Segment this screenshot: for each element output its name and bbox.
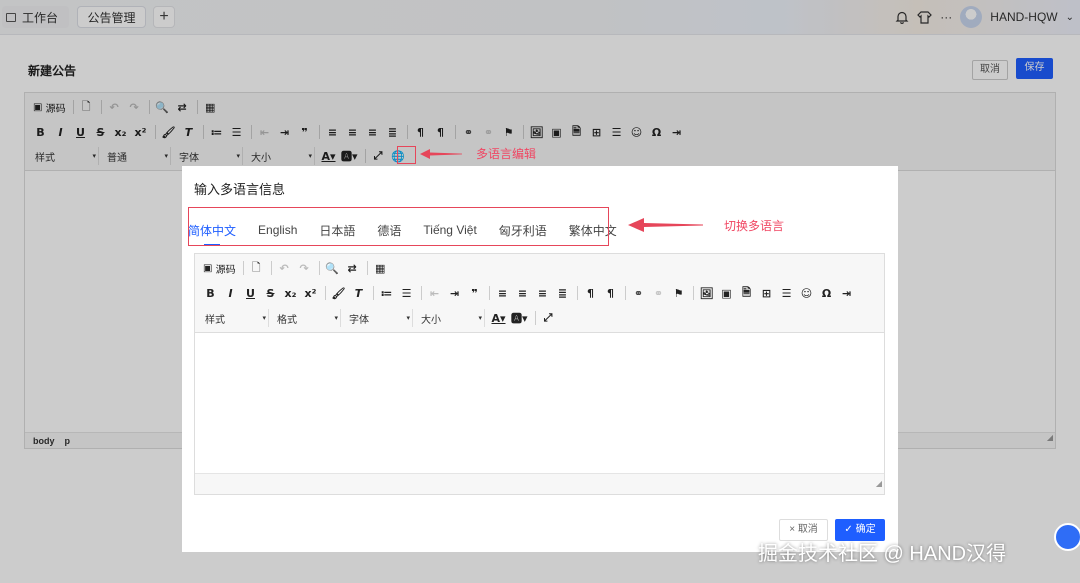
- redo-icon[interactable]: ↷: [297, 259, 312, 277]
- align-center-icon[interactable]: ≡: [515, 284, 530, 302]
- caret-icon: ▾: [262, 315, 266, 322]
- emoji-icon[interactable]: ☺: [799, 284, 814, 302]
- source-label: 源码: [215, 264, 236, 276]
- subscript-icon[interactable]: x₂: [283, 284, 298, 302]
- chat-fab-button[interactable]: [1054, 523, 1080, 551]
- video-icon[interactable]: ▣: [719, 284, 734, 302]
- text-color-icon[interactable]: A▾: [491, 309, 506, 327]
- bullet-list-icon[interactable]: ☰: [399, 284, 414, 302]
- multilang-dialog: 输入多语言信息 简体中文 English 日本語 德语 Tiếng Việt 匈…: [182, 166, 898, 552]
- caret-icon: ▾: [406, 315, 410, 322]
- font-select[interactable]: 字体 ▾: [347, 309, 413, 327]
- caret-icon: ▾: [334, 315, 338, 322]
- clear-format-icon[interactable]: T: [351, 284, 366, 302]
- select-all-icon[interactable]: ▦: [373, 259, 388, 277]
- superscript-icon[interactable]: x²: [303, 284, 318, 302]
- undo-icon[interactable]: ↶: [277, 259, 292, 277]
- maximize-icon[interactable]: ⤢: [541, 309, 556, 327]
- link-icon[interactable]: ⚭: [631, 284, 646, 302]
- align-left-icon[interactable]: ≡: [495, 284, 510, 302]
- dialog-title: 输入多语言信息: [194, 182, 286, 197]
- language-tabs-highlight-box: [188, 207, 609, 246]
- dialog-editor-statusbar: ◢: [195, 473, 884, 494]
- annotation-switch-language: 切换多语言: [724, 219, 785, 233]
- horizontal-rule-icon[interactable]: ☰: [779, 284, 794, 302]
- format-select-label: 格式: [277, 314, 297, 326]
- outdent-icon[interactable]: ⇤: [427, 284, 442, 302]
- unlink-icon[interactable]: ⚭: [651, 284, 666, 302]
- annotation-multilang-edit: 多语言编辑: [476, 147, 537, 161]
- ordered-list-icon[interactable]: ≔: [379, 284, 394, 302]
- size-select-label: 大小: [421, 314, 441, 326]
- preview-icon[interactable]: 🗋: [249, 259, 264, 277]
- format-painter-icon[interactable]: 🖌: [331, 284, 346, 302]
- document-icon[interactable]: 🗎: [739, 284, 754, 302]
- underline-icon[interactable]: U: [243, 284, 258, 302]
- page-break-icon[interactable]: ⇥: [839, 284, 854, 302]
- source-button[interactable]: ▣ 源码: [203, 259, 236, 277]
- strikethrough-icon[interactable]: S: [263, 284, 278, 302]
- blockquote-icon[interactable]: ❞: [467, 284, 482, 302]
- arrow-left-icon: [420, 149, 462, 159]
- anchor-flag-icon[interactable]: ⚑: [671, 284, 686, 302]
- bold-icon[interactable]: B: [203, 284, 218, 302]
- resize-grip-icon[interactable]: ◢: [876, 476, 882, 492]
- dialog-confirm-label: 确定: [855, 524, 876, 535]
- dialog-toolbar-row-1: ▣ 源码 🗋 ↶ ↷ 🔍 ⇄ ▦: [203, 257, 393, 279]
- close-icon: ×: [789, 524, 796, 535]
- ltr-icon[interactable]: ¶: [583, 284, 598, 302]
- find-icon[interactable]: 🔍: [325, 259, 340, 277]
- globe-highlight-box: [397, 146, 416, 164]
- dialog-cancel-label: 取消: [797, 524, 818, 535]
- replace-icon[interactable]: ⇄: [345, 259, 360, 277]
- font-select-label: 字体: [349, 314, 369, 326]
- style-select[interactable]: 样式 ▾: [203, 309, 269, 327]
- dialog-rich-text-editor[interactable]: ▣ 源码 🗋 ↶ ↷ 🔍 ⇄ ▦ B I U S x₂ x² 🖌 T ≔ ☰ ⇤…: [194, 253, 885, 495]
- format-select[interactable]: 格式 ▾: [275, 309, 341, 327]
- align-justify-icon[interactable]: ≣: [555, 284, 570, 302]
- italic-icon[interactable]: I: [223, 284, 238, 302]
- table-icon[interactable]: ⊞: [759, 284, 774, 302]
- align-right-icon[interactable]: ≡: [535, 284, 550, 302]
- special-char-icon[interactable]: Ω: [819, 284, 834, 302]
- dialog-toolbar-row-2: B I U S x₂ x² 🖌 T ≔ ☰ ⇤ ⇥ ❞ ≡ ≡ ≡ ≣ ¶ ¶ …: [203, 282, 859, 304]
- image-icon[interactable]: 🖼: [699, 284, 714, 302]
- indent-icon[interactable]: ⇥: [447, 284, 462, 302]
- check-icon: ✓: [844, 524, 853, 535]
- watermark: 掘金技术社区 @ HAND汉得: [758, 543, 1007, 565]
- dialog-editor-toolbar: ▣ 源码 🗋 ↶ ↷ 🔍 ⇄ ▦ B I U S x₂ x² 🖌 T ≔ ☰ ⇤…: [195, 254, 884, 333]
- rtl-icon[interactable]: ¶: [603, 284, 618, 302]
- bg-color-icon[interactable]: 🅰▾: [511, 309, 528, 327]
- arrow-left-icon: [628, 218, 703, 232]
- caret-icon: ▾: [478, 315, 482, 322]
- style-select-label: 样式: [205, 314, 225, 326]
- size-select[interactable]: 大小 ▾: [419, 309, 485, 327]
- dialog-toolbar-row-3: 样式 ▾ 格式 ▾ 字体 ▾ 大小 ▾ A▾ 🅰▾ ⤢: [203, 307, 561, 329]
